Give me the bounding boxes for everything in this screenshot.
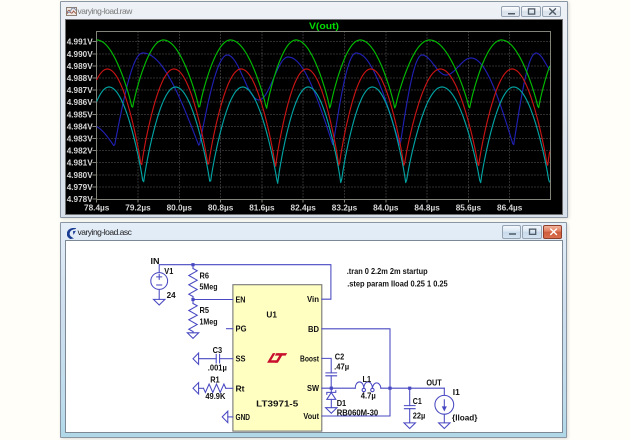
svg-text:IN: IN: [151, 256, 160, 266]
svg-text:83.2µs: 83.2µs: [332, 202, 358, 212]
svg-text:L1: L1: [363, 374, 372, 384]
svg-text:RB060M-30: RB060M-30: [337, 407, 379, 417]
svg-text:1Meg: 1Meg: [200, 316, 218, 326]
svg-text:4.982V: 4.982V: [67, 146, 93, 156]
svg-text:84.8µs: 84.8µs: [414, 202, 440, 212]
svg-text:4.987V: 4.987V: [67, 85, 93, 95]
svg-text:.step param Iload 0.25 1 0.25: .step param Iload 0.25 1 0.25: [347, 279, 448, 289]
svg-text:LT3971-5: LT3971-5: [256, 399, 298, 409]
svg-text:C2: C2: [335, 351, 345, 361]
svg-text:4.986V: 4.986V: [67, 97, 93, 107]
svg-text:D1: D1: [337, 398, 347, 408]
svg-text:Vin: Vin: [307, 294, 319, 304]
svg-text:80.8µs: 80.8µs: [208, 202, 234, 212]
svg-text:I1: I1: [453, 387, 460, 397]
svg-text:R5: R5: [200, 305, 210, 315]
svg-text:4.989V: 4.989V: [67, 61, 93, 71]
svg-text:V1: V1: [164, 266, 173, 276]
svg-text:24: 24: [167, 290, 176, 300]
svg-text:85.6µs: 85.6µs: [456, 202, 482, 212]
svg-text:4.990V: 4.990V: [67, 49, 93, 59]
svg-text:C1: C1: [413, 396, 422, 406]
svg-text:4.7µ: 4.7µ: [361, 390, 376, 400]
svg-text:SW: SW: [307, 383, 319, 393]
svg-text:4.979V: 4.979V: [67, 182, 93, 192]
svg-text:78.4µs: 78.4µs: [84, 202, 110, 212]
svg-text:Boost: Boost: [300, 353, 319, 363]
svg-text:V(out): V(out): [309, 21, 339, 31]
svg-text:4.981V: 4.981V: [67, 158, 93, 168]
svg-text:5Meg: 5Meg: [200, 281, 218, 291]
svg-text:SS: SS: [236, 354, 246, 364]
svg-text:{Iload}: {Iload}: [452, 412, 478, 422]
svg-text:49.9K: 49.9K: [205, 391, 225, 401]
svg-text:4.991V: 4.991V: [67, 37, 93, 47]
svg-text:R6: R6: [200, 270, 210, 280]
svg-text:81.6µs: 81.6µs: [249, 202, 275, 212]
svg-text:.47µ: .47µ: [334, 362, 349, 372]
svg-text:Rt: Rt: [236, 383, 245, 393]
svg-text:BD: BD: [308, 324, 319, 334]
svg-text:4.985V: 4.985V: [67, 109, 93, 119]
svg-text:.001µ: .001µ: [208, 362, 227, 372]
svg-text:U1: U1: [266, 310, 277, 320]
svg-text:4.988V: 4.988V: [67, 73, 93, 83]
svg-text:86.4µs: 86.4µs: [497, 202, 523, 212]
svg-text:C3: C3: [213, 345, 223, 355]
svg-text:EN: EN: [236, 295, 246, 305]
svg-text:Vout: Vout: [303, 411, 319, 421]
svg-text:PG: PG: [236, 324, 247, 334]
svg-text:84.0µs: 84.0µs: [373, 202, 399, 212]
svg-text:79.2µs: 79.2µs: [125, 202, 151, 212]
svg-text:GND: GND: [236, 412, 251, 422]
svg-text:22µ: 22µ: [413, 411, 426, 421]
svg-text:R1: R1: [210, 375, 220, 385]
svg-text:4.980V: 4.980V: [67, 170, 93, 180]
svg-text:4.984V: 4.984V: [67, 121, 93, 131]
svg-text:4.983V: 4.983V: [67, 134, 93, 144]
svg-text:80.0µs: 80.0µs: [167, 202, 193, 212]
svg-text:OUT: OUT: [426, 378, 442, 388]
svg-text:82.4µs: 82.4µs: [291, 202, 317, 212]
svg-text:.tran 0 2.2m 2m startup: .tran 0 2.2m 2m startup: [347, 266, 428, 276]
